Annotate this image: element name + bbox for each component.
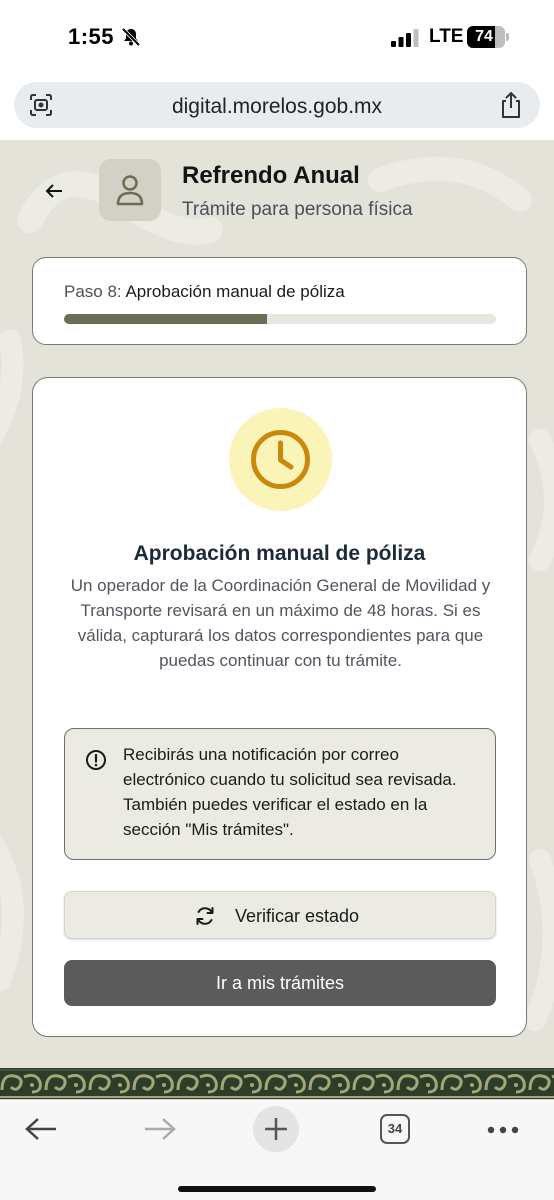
address-bar[interactable]: digital.morelos.gob.mx	[14, 82, 540, 128]
progress-bar	[64, 314, 496, 324]
back-icon[interactable]	[24, 1116, 58, 1142]
step-label: Paso 8: Aprobación manual de póliza	[64, 282, 345, 302]
bell-slash-icon	[121, 27, 141, 47]
verify-status-button[interactable]: Verificar estado	[64, 891, 496, 939]
approval-card: Aprobación manual de póliza Un operador …	[32, 377, 527, 1037]
plus-icon	[265, 1118, 287, 1140]
go-to-tramites-label: Ir a mis trámites	[215, 973, 344, 993]
clock-badge	[229, 408, 332, 511]
page-subtitle: Trámite para persona física	[182, 199, 413, 220]
page-title: Refrendo Anual	[182, 162, 360, 189]
home-indicator	[178, 1186, 376, 1192]
refresh-icon	[196, 907, 214, 925]
card-heading: Aprobación manual de póliza	[133, 542, 426, 565]
info-icon	[86, 750, 106, 770]
step-prefix: Paso 8:	[64, 282, 122, 301]
network-label: LTE	[429, 26, 464, 47]
go-to-tramites-button[interactable]: Ir a mis trámites	[64, 960, 496, 1006]
progress-fill	[64, 314, 268, 324]
step-name: Aprobación manual de póliza	[125, 282, 345, 301]
new-tab-button[interactable]	[253, 1106, 299, 1152]
status-time: 1:55	[68, 24, 115, 49]
clock-icon	[251, 430, 310, 489]
browser-toolbar: 34	[0, 1099, 554, 1200]
more-icon[interactable]	[487, 1126, 519, 1134]
footer-pattern	[0, 1068, 554, 1099]
url-text: digital.morelos.gob.mx	[171, 95, 383, 118]
page-content: Refrendo Anual Trámite para persona físi…	[0, 140, 554, 1068]
step-card: Paso 8: Aprobación manual de póliza	[32, 257, 527, 345]
share-icon[interactable]	[498, 91, 524, 119]
back-arrow-icon[interactable]	[42, 179, 66, 203]
card-description: Un operador de la Coordinación General d…	[70, 576, 491, 670]
battery-icon: 74	[467, 26, 509, 48]
notice-box: Recibirás una notificación por correo el…	[64, 728, 496, 860]
forward-icon[interactable]	[143, 1116, 177, 1142]
battery-value: 74	[475, 28, 493, 45]
browser-address-area: digital.morelos.gob.mx	[0, 76, 554, 140]
verify-status-label: Verificar estado	[235, 906, 360, 926]
tabs-icon[interactable]: 34	[380, 1114, 410, 1144]
tabs-count: 34	[387, 1121, 403, 1136]
status-bar: 1:55 LTE 74	[0, 0, 554, 76]
user-icon	[116, 175, 144, 206]
avatar	[99, 159, 161, 221]
signal-icon	[391, 29, 419, 47]
notice-text: Recibirás una notificación por correo el…	[123, 745, 457, 839]
